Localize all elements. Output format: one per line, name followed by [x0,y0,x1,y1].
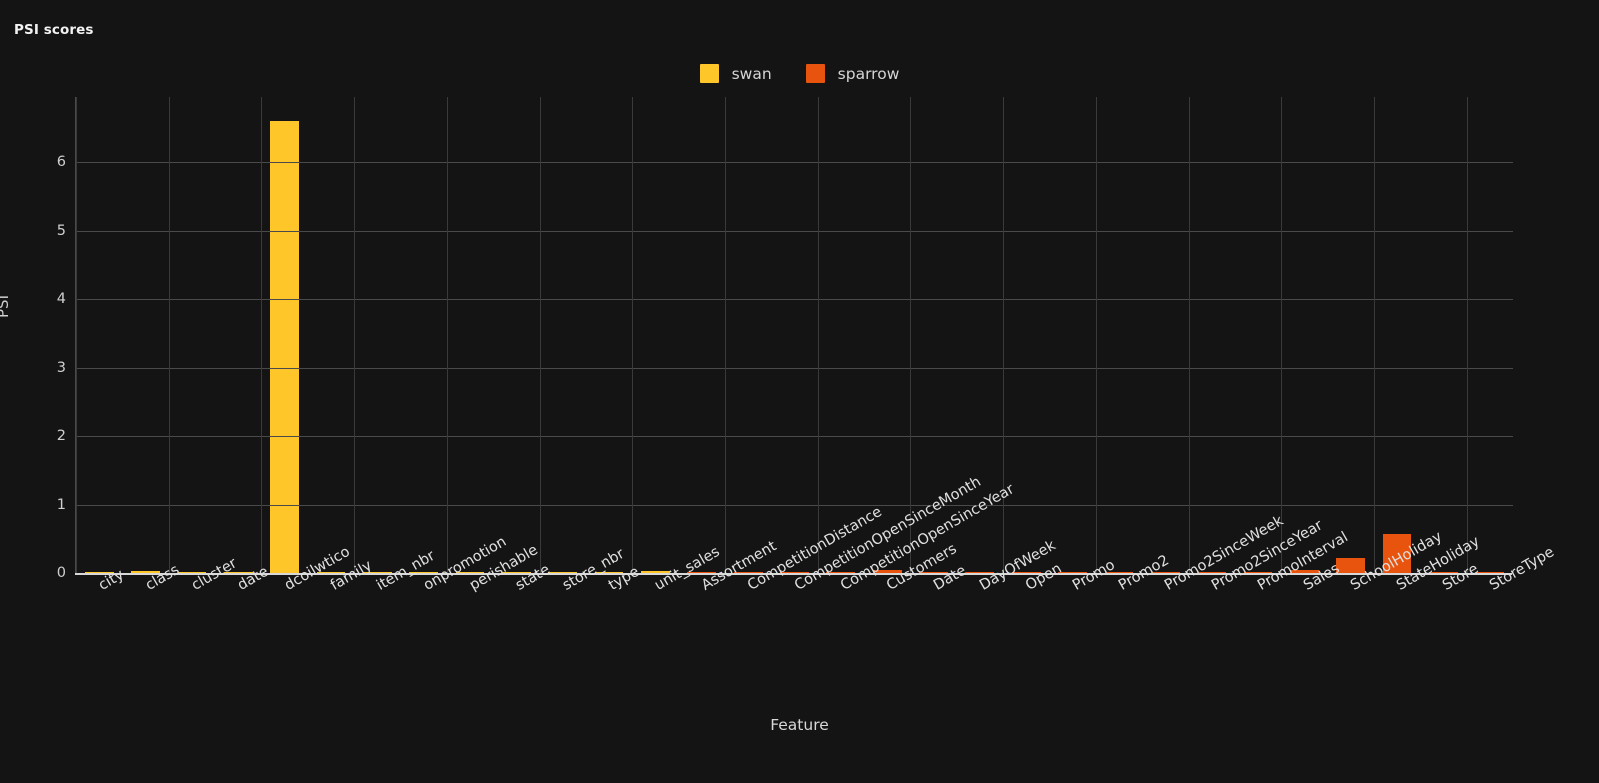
gridline-horizontal [76,367,1513,369]
gridline-vertical [1466,97,1468,573]
bars-layer [76,97,1513,573]
gridline-vertical [724,97,726,573]
gridline-vertical [817,97,819,573]
chart-legend: swan sparrow [0,64,1599,83]
legend-swatch-icon [699,64,719,83]
legend-label: swan [731,64,772,83]
gridline-vertical [354,97,356,573]
y-tick-label: 1 [56,496,66,513]
gridline-horizontal [76,299,1513,301]
page-title: PSI scores [14,22,94,38]
plot-area [75,97,1513,573]
gridline-vertical [1188,97,1190,573]
y-tick-label: 6 [56,154,66,171]
gridline-horizontal [76,504,1513,506]
y-tick-label: 3 [56,359,66,376]
gridline-vertical [910,97,912,573]
y-tick-label: 4 [56,291,66,308]
y-tick-label: 0 [56,565,66,581]
y-tick-label: 2 [56,428,66,445]
gridline-vertical [76,97,77,573]
legend-swatch-icon [805,64,825,83]
gridline-vertical [446,97,448,573]
y-tick-label: 5 [56,222,66,239]
y-axis-title: PSI [0,295,12,318]
legend-item-swan[interactable]: swan [699,64,772,83]
gridline-vertical [1095,97,1097,573]
gridline-vertical [539,97,541,573]
gridline-vertical [632,97,634,573]
legend-label: sparrow [837,64,900,83]
gridline-horizontal [76,436,1513,438]
gridline-vertical [261,97,263,573]
legend-item-sparrow[interactable]: sparrow [805,64,900,83]
gridline-vertical [1373,97,1375,573]
gridline-vertical [168,97,170,573]
gridline-horizontal [76,230,1513,232]
x-axis-title: Feature [770,716,829,734]
gridline-horizontal [76,162,1513,164]
psi-scores-chart-page: PSI scores swan sparrow 0123456 PSI city c… [0,0,1599,783]
gridline-vertical [1281,97,1283,573]
